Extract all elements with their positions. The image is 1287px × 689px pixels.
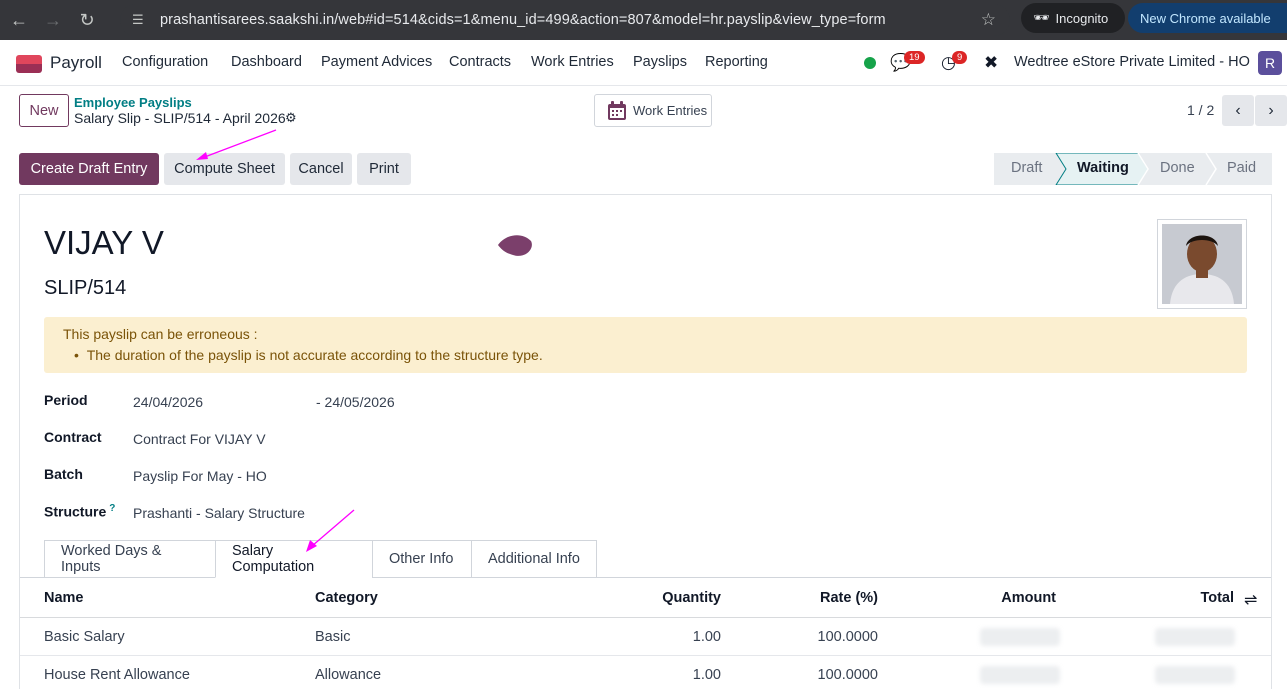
online-status-dot — [864, 57, 876, 69]
row-category: Basic — [315, 629, 351, 645]
batch-label: Batch — [44, 466, 83, 482]
tab-worked-days-inputs[interactable]: Worked Days & Inputs — [44, 540, 215, 578]
new-button[interactable]: New — [19, 94, 69, 127]
warning-alert: This payslip can be erroneous : • The du… — [44, 317, 1247, 373]
create-draft-entry-button[interactable]: Create Draft Entry — [19, 153, 159, 185]
contract-field[interactable]: Contract For VIJAY V — [133, 431, 266, 447]
calendar-icon — [608, 100, 626, 120]
work-entries-label: Work Entries — [633, 103, 708, 118]
row-category: Allowance — [315, 667, 382, 683]
address-bar[interactable]: ☰ prashantisarees.saakshi.in/web#id=514&… — [120, 4, 1010, 36]
reload-icon[interactable]: ↻ — [72, 5, 102, 35]
user-avatar[interactable]: R — [1258, 51, 1282, 75]
menu-contracts[interactable]: Contracts — [449, 54, 511, 70]
period-from-field[interactable]: 24/04/2026 — [133, 394, 203, 410]
batch-field[interactable]: Payslip For May - HO — [133, 468, 267, 484]
row-name: House Rent Allowance — [44, 667, 190, 683]
col-total[interactable]: Total — [1133, 590, 1234, 606]
print-button[interactable]: Print — [357, 153, 411, 185]
incognito-icon: 🕶 — [1033, 10, 1050, 25]
row-quantity: 1.00 — [692, 667, 721, 683]
stage-draft[interactable]: Draft — [1011, 160, 1042, 176]
back-icon[interactable]: ← — [4, 5, 34, 35]
payroll-app-icon[interactable] — [16, 55, 42, 73]
pager-value[interactable]: 1 / 2 — [1187, 102, 1214, 118]
col-name[interactable]: Name — [44, 590, 84, 606]
stage-done[interactable]: Done — [1160, 160, 1195, 176]
row-total-blurred — [1155, 666, 1235, 684]
odoo-navbar: Payroll Configuration Dashboard Payment … — [0, 40, 1287, 86]
breadcrumb-current: Salary Slip - SLIP/514 - April 2026 — [74, 110, 286, 126]
tab-other-info[interactable]: Other Info — [372, 540, 471, 578]
incognito-indicator[interactable]: 🕶 Incognito — [1021, 3, 1125, 33]
browser-toolbar: ← → ↻ ☰ prashantisarees.saakshi.in/web#i… — [0, 0, 1287, 40]
gear-icon[interactable]: ⚙ — [285, 110, 297, 126]
breadcrumb-employee-payslips[interactable]: Employee Payslips — [74, 95, 192, 110]
pager-prev-icon[interactable]: ‹ — [1222, 95, 1254, 126]
col-quantity[interactable]: Quantity — [620, 590, 721, 606]
row-quantity: 1.00 — [692, 629, 721, 645]
notebook-tabs: Worked Days & Inputs Salary Computation … — [44, 540, 597, 578]
row-rate: 100.0000 — [817, 629, 878, 645]
incognito-label: Incognito — [1055, 10, 1109, 26]
site-info-icon[interactable]: ☰ — [132, 12, 152, 28]
activities-badge: 9 — [952, 51, 968, 64]
menu-payslips[interactable]: Payslips — [633, 54, 687, 70]
menu-payment-advices[interactable]: Payment Advices — [321, 54, 432, 70]
pager-next-icon[interactable]: › — [1255, 95, 1287, 126]
row-amount-blurred — [980, 628, 1060, 646]
employee-photo[interactable] — [1157, 219, 1247, 309]
help-tooltip-icon[interactable]: ? — [109, 503, 115, 514]
bookmark-star-icon[interactable]: ☆ — [981, 10, 996, 30]
tab-additional-info[interactable]: Additional Info — [471, 540, 597, 578]
cancel-button[interactable]: Cancel — [290, 153, 352, 185]
debug-tools-icon[interactable]: ✖ — [984, 53, 998, 73]
col-amount[interactable]: Amount — [955, 590, 1056, 606]
compute-sheet-button[interactable]: Compute Sheet — [164, 153, 285, 185]
warning-title: This payslip can be erroneous : — [63, 326, 258, 342]
row-amount-blurred — [980, 666, 1060, 684]
app-name[interactable]: Payroll — [50, 53, 102, 73]
menu-dashboard[interactable]: Dashboard — [231, 54, 302, 70]
cursor-blob-icon — [498, 235, 532, 256]
update-chrome-button[interactable]: New Chrome available — [1128, 3, 1287, 33]
warning-item: • The duration of the payslip is not acc… — [74, 347, 543, 363]
period-to-field[interactable]: - 24/05/2026 — [316, 394, 395, 410]
period-label: Period — [44, 392, 88, 408]
lines-table-header: Name Category Quantity Rate (%) Amount T… — [20, 578, 1271, 618]
work-entries-smart-button[interactable]: Work Entries — [594, 94, 712, 127]
company-switcher[interactable]: Wedtree eStore Private Limited - HO — [1014, 54, 1250, 70]
table-row[interactable]: Basic Salary Basic 1.00 100.0000 — [20, 618, 1271, 656]
menu-work-entries[interactable]: Work Entries — [531, 54, 614, 70]
row-total-blurred — [1155, 628, 1235, 646]
messages-badge: 19 — [904, 51, 925, 64]
url-text[interactable]: prashantisarees.saakshi.in/web#id=514&ci… — [160, 12, 886, 28]
structure-field[interactable]: Prashanti - Salary Structure — [133, 505, 305, 521]
menu-reporting[interactable]: Reporting — [705, 54, 768, 70]
stage-paid[interactable]: Paid — [1227, 160, 1256, 176]
col-category[interactable]: Category — [315, 590, 378, 606]
employee-name: VIJAY V — [44, 224, 164, 261]
row-name: Basic Salary — [44, 629, 125, 645]
employee-portrait — [1162, 224, 1242, 304]
forward-icon[interactable]: → — [38, 5, 68, 35]
stage-waiting: Waiting — [1077, 160, 1129, 176]
structure-label: Structure? — [44, 503, 116, 520]
menu-configuration[interactable]: Configuration — [122, 54, 208, 70]
col-rate[interactable]: Rate (%) — [777, 590, 878, 606]
tab-salary-computation[interactable]: Salary Computation — [215, 540, 372, 578]
optional-columns-icon[interactable]: ⇌ — [1244, 590, 1257, 610]
contract-label: Contract — [44, 429, 102, 445]
slip-number: SLIP/514 — [44, 277, 127, 299]
table-row[interactable]: House Rent Allowance Allowance 1.00 100.… — [20, 656, 1271, 689]
row-rate: 100.0000 — [817, 667, 878, 683]
